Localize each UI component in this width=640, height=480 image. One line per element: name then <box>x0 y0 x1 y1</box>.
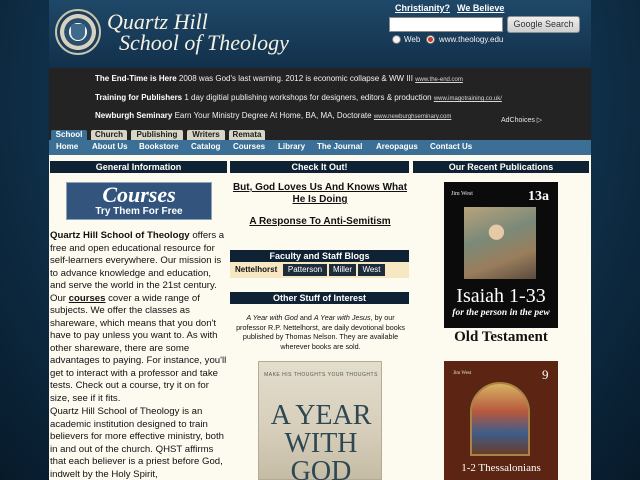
nav-about-us[interactable]: About Us <box>92 142 128 151</box>
pub2-author: Jim West <box>453 371 472 376</box>
blog-nettelhorst[interactable]: Nettelhorst <box>235 265 277 274</box>
tab-church[interactable]: Church <box>91 130 127 140</box>
nav-bookstore[interactable]: Bookstore <box>139 142 179 151</box>
check-it-out-heading: Check It Out! <box>230 161 409 173</box>
old-testament-label[interactable]: Old Testament <box>424 329 578 346</box>
nav-home[interactable]: Home <box>56 142 78 151</box>
general-information-heading: General Information <box>50 161 227 173</box>
blog-miller-button[interactable]: Miller <box>329 264 356 276</box>
adchoices-link[interactable]: AdChoices ▷ <box>501 116 542 124</box>
search-input[interactable] <box>389 17 503 32</box>
thessalonians-book-cover[interactable]: Jim West 9 1-2 Thessalonians <box>444 361 558 480</box>
nav-courses[interactable]: Courses <box>233 142 265 151</box>
ad-item[interactable]: Training for Publishers 1 day digitial p… <box>95 93 502 102</box>
nav-areopagus[interactable]: Areopagus <box>376 142 418 151</box>
tab-writers[interactable]: Writers <box>187 130 225 140</box>
intro-school-name: Quartz Hill School of Theology <box>50 230 190 241</box>
google-search-button[interactable]: Google Search <box>507 16 580 33</box>
nav-the-journal[interactable]: The Journal <box>317 142 362 151</box>
books-description: A Year with God and A Year with Jesus, b… <box>232 313 409 351</box>
prophet-painting-image <box>464 207 536 279</box>
cover-tagline: MAKE HIS THOUGHTS YOUR THOUGHTS <box>264 372 378 378</box>
radio-site-label: www.theology.edu <box>439 35 504 44</box>
year-with-god-cover[interactable]: MAKE HIS THOUGHTS YOUR THOUGHTS A YEAR W… <box>258 361 382 480</box>
ad-url[interactable]: www.the-end.com <box>415 77 463 83</box>
site-logo-line2[interactable]: School of Theology <box>119 30 289 56</box>
radio-site[interactable] <box>426 35 435 44</box>
radio-web-label: Web <box>404 35 421 44</box>
ad-text: Earn Your Ministry Degree At Home, BA, M… <box>174 111 372 120</box>
faculty-blogs-heading: Faculty and Staff Blogs <box>230 250 409 262</box>
pub2-title: 1-2 Thessalonians <box>461 462 541 474</box>
nav-contact-us[interactable]: Contact Us <box>430 142 472 151</box>
pub1-subtitle: for the person in the pew <box>452 308 550 318</box>
tab-remata[interactable]: Remata <box>229 130 265 140</box>
cover-title: A YEAR WITH GOD <box>270 400 372 480</box>
courses-banner-subtitle: Try Them For Free <box>95 206 183 217</box>
blog-patterson-button[interactable]: Patterson <box>283 264 327 276</box>
god-loves-us-link[interactable]: But, God Loves Us And Knows What He Is D… <box>230 182 410 206</box>
courses-banner[interactable]: Courses Try Them For Free <box>66 182 212 220</box>
site-header: Quartz Hill School of Theology Christian… <box>49 0 591 68</box>
other-stuff-heading: Other Stuff of Interest <box>230 292 409 304</box>
section-tabs: School Church Publishing Writers Remata <box>49 128 591 140</box>
we-believe-link[interactable]: We Believe <box>457 3 504 13</box>
pub1-number: 13a <box>528 189 549 204</box>
tab-school[interactable]: School <box>51 130 87 140</box>
courses-banner-title: Courses <box>102 182 176 207</box>
intro-paragraph: Quartz Hill School of Theology offers a … <box>50 230 228 405</box>
recent-publications-heading: Our Recent Publications <box>413 161 589 173</box>
ad-title[interactable]: The End-Time is Here <box>95 74 177 83</box>
ad-item[interactable]: Newburgh Seminary Earn Your Ministry Deg… <box>95 111 451 120</box>
ad-text: 1 day digitial publishing workshops for … <box>184 93 432 102</box>
pub1-title: Isaiah 1-33 <box>456 285 546 307</box>
blog-strip: Nettelhorst Patterson Miller West <box>230 262 409 278</box>
ad-item[interactable]: The End-Time is Here 2008 was God's last… <box>95 74 463 83</box>
book-title-jesus: A Year with Jesus <box>313 313 371 322</box>
pub1-author: Jim West <box>451 191 473 197</box>
ad-text: 2008 was God's last warning. 2012 is eco… <box>178 74 413 83</box>
nav-library[interactable]: Library <box>278 142 305 151</box>
saints-painting-image <box>470 382 530 456</box>
blog-west-button[interactable]: West <box>358 264 385 276</box>
main-nav: Home About Us Bookstore Catalog Courses … <box>49 140 591 155</box>
mission-paragraph: Quartz Hill School of Theology is an aca… <box>50 406 224 480</box>
courses-link[interactable]: courses <box>69 293 106 304</box>
ad-title[interactable]: Training for Publishers <box>95 93 182 102</box>
shield-icon <box>71 24 85 40</box>
ad-url[interactable]: www.newburghseminary.com <box>374 114 452 120</box>
ad-panel: The End-Time is Here 2008 was God's last… <box>49 68 591 128</box>
books-and: and <box>297 313 314 322</box>
intro-text-b: cover a wide range of subjects. We offer… <box>50 292 227 404</box>
pub2-number: 9 <box>542 367 549 382</box>
ad-url[interactable]: www.imagotraining.co.uk/ <box>434 96 502 102</box>
radio-web[interactable] <box>392 35 401 44</box>
ad-title[interactable]: Newburgh Seminary <box>95 111 172 120</box>
anti-semitism-link[interactable]: A Response To Anti-Semitism <box>230 216 410 228</box>
school-seal-logo[interactable] <box>55 9 101 55</box>
isaiah-book-cover[interactable]: Jim West 13a Isaiah 1-33 for the person … <box>444 182 558 328</box>
tab-publishing[interactable]: Publishing <box>131 130 183 140</box>
nav-catalog[interactable]: Catalog <box>191 142 220 151</box>
page-container: Quartz Hill School of Theology Christian… <box>49 0 591 480</box>
book-title-god: A Year with God <box>246 313 298 322</box>
christianity-link[interactable]: Christianity? <box>395 3 450 13</box>
